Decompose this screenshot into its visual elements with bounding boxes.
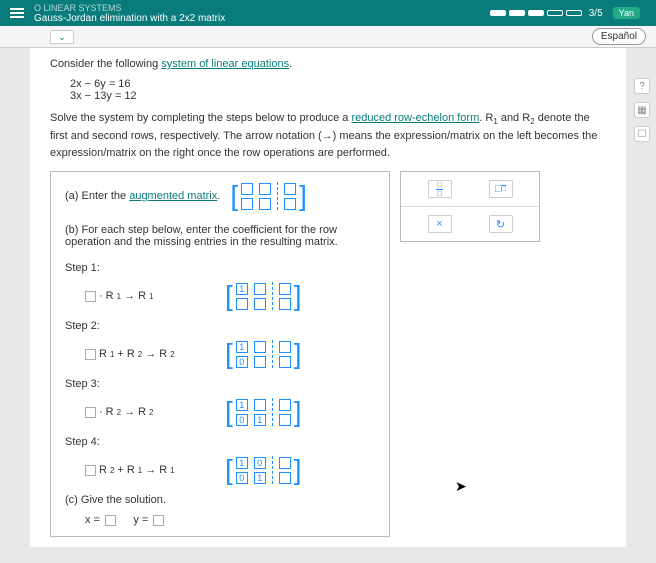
- menu-icon[interactable]: [10, 6, 24, 20]
- equation-1: 2x − 6y = 16: [70, 78, 606, 90]
- matrix-s2[interactable]: [ 10 ]: [225, 340, 302, 368]
- work-box: (a) Enter the augmented matrix. [ ] (b) …: [50, 171, 390, 537]
- y-input[interactable]: [153, 515, 164, 526]
- coef-input[interactable]: [85, 291, 96, 302]
- header-category: O LINEAR SYSTEMS: [34, 3, 490, 13]
- clear-button[interactable]: ×: [428, 215, 452, 233]
- calculator-icon[interactable]: ▦: [634, 102, 650, 118]
- matrix-s4[interactable]: [ 10 01 ]: [225, 456, 302, 484]
- matrix-a[interactable]: [ ]: [230, 182, 307, 210]
- part-a: (a) Enter the augmented matrix. [ ]: [65, 182, 375, 210]
- step2-op: R1 + R2 → R2: [85, 348, 215, 360]
- x-input[interactable]: [105, 515, 116, 526]
- step3-label: Step 3:: [65, 378, 375, 390]
- step3-row: ·R2 → R2 [ 10 1 ]: [85, 398, 375, 426]
- rref-link[interactable]: reduced row-echelon form: [351, 112, 479, 124]
- coef-input[interactable]: [85, 407, 96, 418]
- step1-row: ·R1 → R1 [ 1 ]: [85, 282, 375, 310]
- app-header: O LINEAR SYSTEMS Gauss-Jordan eliminatio…: [0, 0, 656, 26]
- content-area: ⌄ ? ▦ ☐ Consider the following system of…: [30, 48, 626, 547]
- fraction-button[interactable]: □□: [428, 180, 452, 198]
- step2-row: R1 + R2 → R2 [ 10 ]: [85, 340, 375, 368]
- undo-button[interactable]: ↻: [489, 215, 513, 233]
- instructions: Solve the system by completing the steps…: [50, 110, 606, 161]
- coef-input[interactable]: [85, 465, 96, 476]
- augmented-link[interactable]: augmented matrix: [129, 190, 217, 202]
- step4-row: R2 + R1 → R1 [ 10 01 ]: [85, 456, 375, 484]
- progress-bar: 3/5: [490, 8, 603, 19]
- equation-2: 3x − 13y = 12: [70, 90, 606, 102]
- matrix-s1[interactable]: [ 1 ]: [225, 282, 302, 310]
- cursor-icon: ➤: [455, 478, 467, 495]
- header-title: Gauss-Jordan elimination with a 2x2 matr…: [34, 13, 490, 24]
- progress-text: 3/5: [589, 8, 603, 19]
- matrix-s3[interactable]: [ 10 1 ]: [225, 398, 302, 426]
- repeat-button[interactable]: □□: [489, 180, 513, 198]
- part-c-label: (c) Give the solution.: [65, 494, 375, 506]
- note-icon[interactable]: ☐: [634, 126, 650, 142]
- step2-label: Step 2:: [65, 320, 375, 332]
- tab-row: Español: [0, 26, 656, 48]
- language-button[interactable]: Español: [592, 28, 646, 45]
- header-text: O LINEAR SYSTEMS Gauss-Jordan eliminatio…: [34, 3, 490, 24]
- solution-row: x = y =: [85, 514, 375, 526]
- step4-label: Step 4:: [65, 436, 375, 448]
- coef-input[interactable]: [85, 349, 96, 360]
- helper-palette: □□ □□ × ↻: [400, 171, 540, 242]
- right-toolbar: ? ▦ ☐: [634, 78, 650, 142]
- part-b-text: (b) For each step below, enter the coeff…: [65, 224, 375, 248]
- step4-op: R2 + R1 → R1: [85, 464, 215, 476]
- equations: 2x − 6y = 16 3x − 13y = 12: [70, 78, 606, 102]
- dropdown-tab[interactable]: ⌄: [50, 30, 74, 44]
- step3-op: ·R2 → R2: [85, 406, 215, 418]
- step1-op: ·R1 → R1: [85, 290, 215, 302]
- help-icon[interactable]: ?: [634, 78, 650, 94]
- step1-label: Step 1:: [65, 262, 375, 274]
- system-link[interactable]: system of linear equations: [161, 58, 289, 70]
- user-badge[interactable]: Yan: [613, 7, 640, 19]
- intro-text: Consider the following system of linear …: [50, 58, 606, 70]
